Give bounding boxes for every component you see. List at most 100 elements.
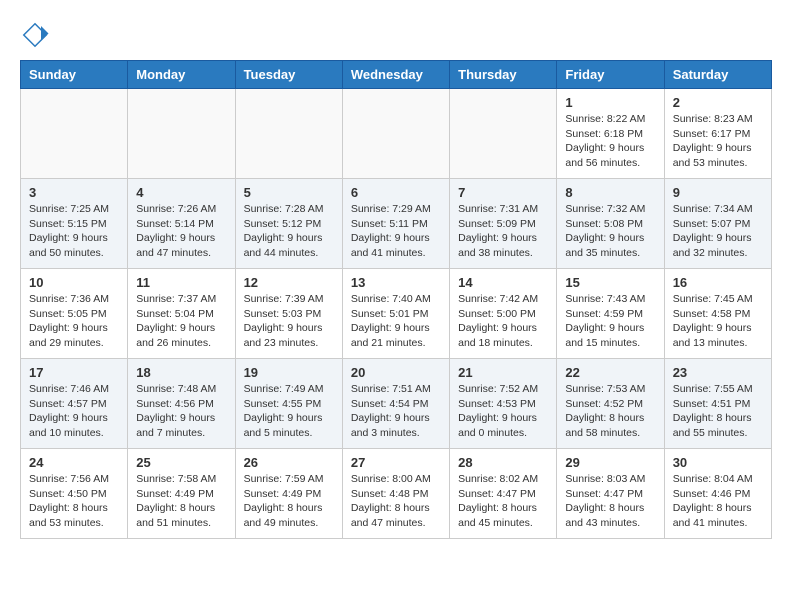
day-info: Sunrise: 8:00 AM Sunset: 4:48 PM Dayligh…: [351, 472, 441, 531]
calendar-cell: 11Sunrise: 7:37 AM Sunset: 5:04 PM Dayli…: [128, 269, 235, 359]
column-header-sunday: Sunday: [21, 61, 128, 89]
column-header-friday: Friday: [557, 61, 664, 89]
calendar-cell: 14Sunrise: 7:42 AM Sunset: 5:00 PM Dayli…: [450, 269, 557, 359]
day-info: Sunrise: 8:02 AM Sunset: 4:47 PM Dayligh…: [458, 472, 548, 531]
day-number: 27: [351, 455, 441, 470]
day-number: 28: [458, 455, 548, 470]
day-info: Sunrise: 7:45 AM Sunset: 4:58 PM Dayligh…: [673, 292, 763, 351]
calendar-header-row: SundayMondayTuesdayWednesdayThursdayFrid…: [21, 61, 772, 89]
day-number: 16: [673, 275, 763, 290]
day-number: 12: [244, 275, 334, 290]
calendar-cell: 6 Sunrise: 7:29 AM Sunset: 5:11 PM Daylig…: [342, 179, 449, 269]
calendar-cell: [128, 89, 235, 179]
day-number: 30: [673, 455, 763, 470]
day-info: Sunrise: 7:34 AM Sunset: 5:07 PM Dayligh…: [673, 202, 763, 261]
day-number: 22: [565, 365, 655, 380]
calendar-cell: 2 Sunrise: 8:23 AM Sunset: 6:17 PM Daylig…: [664, 89, 771, 179]
day-number: 9: [673, 185, 763, 200]
day-number: 2: [673, 95, 763, 110]
day-info: Sunrise: 7:59 AM Sunset: 4:49 PM Dayligh…: [244, 472, 334, 531]
day-number: 3: [29, 185, 119, 200]
column-header-monday: Monday: [128, 61, 235, 89]
calendar-cell: 8 Sunrise: 7:32 AM Sunset: 5:08 PM Daylig…: [557, 179, 664, 269]
calendar-cell: 17 Sunrise: 7:46 AM Sunset: 4:57 PM Dayli…: [21, 359, 128, 449]
day-number: 8: [565, 185, 655, 200]
calendar-cell: [21, 89, 128, 179]
day-info: Sunrise: 8:22 AM Sunset: 6:18 PM Dayligh…: [565, 112, 655, 171]
calendar-cell: 27 Sunrise: 8:00 AM Sunset: 4:48 PM Dayli…: [342, 449, 449, 539]
day-number: 17: [29, 365, 119, 380]
day-info: Sunrise: 7:26 AM Sunset: 5:14 PM Dayligh…: [136, 202, 226, 261]
logo: [20, 20, 54, 50]
day-info: Sunrise: 7:31 AM Sunset: 5:09 PM Dayligh…: [458, 202, 548, 261]
calendar-cell: 9 Sunrise: 7:34 AM Sunset: 5:07 PM Daylig…: [664, 179, 771, 269]
day-info: Sunrise: 7:46 AM Sunset: 4:57 PM Dayligh…: [29, 382, 119, 441]
calendar-cell: 22 Sunrise: 7:53 AM Sunset: 4:52 PM Dayli…: [557, 359, 664, 449]
day-number: 20: [351, 365, 441, 380]
day-info: Sunrise: 8:03 AM Sunset: 4:47 PM Dayligh…: [565, 472, 655, 531]
calendar-cell: 3 Sunrise: 7:25 AM Sunset: 5:15 PM Daylig…: [21, 179, 128, 269]
day-number: 24: [29, 455, 119, 470]
calendar-cell: 4 Sunrise: 7:26 AM Sunset: 5:14 PM Daylig…: [128, 179, 235, 269]
day-info: Sunrise: 7:52 AM Sunset: 4:53 PM Dayligh…: [458, 382, 548, 441]
calendar-cell: 18 Sunrise: 7:48 AM Sunset: 4:56 PM Dayli…: [128, 359, 235, 449]
calendar-cell: [450, 89, 557, 179]
column-header-saturday: Saturday: [664, 61, 771, 89]
day-info: Sunrise: 7:25 AM Sunset: 5:15 PM Dayligh…: [29, 202, 119, 261]
day-info: Sunrise: 7:55 AM Sunset: 4:51 PM Dayligh…: [673, 382, 763, 441]
day-info: Sunrise: 7:58 AM Sunset: 4:49 PM Dayligh…: [136, 472, 226, 531]
calendar-cell: 16 Sunrise: 7:45 AM Sunset: 4:58 PM Dayli…: [664, 269, 771, 359]
day-info: Sunrise: 7:28 AM Sunset: 5:12 PM Dayligh…: [244, 202, 334, 261]
day-number: 23: [673, 365, 763, 380]
day-number: 21: [458, 365, 548, 380]
calendar-cell: 24 Sunrise: 7:56 AM Sunset: 4:50 PM Dayli…: [21, 449, 128, 539]
calendar-cell: 30 Sunrise: 8:04 AM Sunset: 4:46 PM Dayli…: [664, 449, 771, 539]
day-number: 10: [29, 275, 119, 290]
day-number: 18: [136, 365, 226, 380]
calendar-cell: 26 Sunrise: 7:59 AM Sunset: 4:49 PM Dayli…: [235, 449, 342, 539]
calendar-week-row: 17 Sunrise: 7:46 AM Sunset: 4:57 PM Dayli…: [21, 359, 772, 449]
day-number: 4: [136, 185, 226, 200]
calendar-cell: 29 Sunrise: 8:03 AM Sunset: 4:47 PM Dayli…: [557, 449, 664, 539]
calendar-week-row: 1 Sunrise: 8:22 AM Sunset: 6:18 PM Daylig…: [21, 89, 772, 179]
calendar-cell: 1 Sunrise: 8:22 AM Sunset: 6:18 PM Daylig…: [557, 89, 664, 179]
day-info: Sunrise: 7:39 AM Sunset: 5:03 PM Dayligh…: [244, 292, 334, 351]
day-info: Sunrise: 7:51 AM Sunset: 4:54 PM Dayligh…: [351, 382, 441, 441]
day-info: Sunrise: 8:04 AM Sunset: 4:46 PM Dayligh…: [673, 472, 763, 531]
calendar-cell: 28 Sunrise: 8:02 AM Sunset: 4:47 PM Dayli…: [450, 449, 557, 539]
day-number: 26: [244, 455, 334, 470]
day-number: 7: [458, 185, 548, 200]
calendar-cell: [342, 89, 449, 179]
calendar-cell: 7 Sunrise: 7:31 AM Sunset: 5:09 PM Daylig…: [450, 179, 557, 269]
day-info: Sunrise: 7:32 AM Sunset: 5:08 PM Dayligh…: [565, 202, 655, 261]
day-number: 1: [565, 95, 655, 110]
column-header-wednesday: Wednesday: [342, 61, 449, 89]
day-number: 6: [351, 185, 441, 200]
calendar-cell: [235, 89, 342, 179]
day-info: Sunrise: 7:49 AM Sunset: 4:55 PM Dayligh…: [244, 382, 334, 441]
day-info: Sunrise: 8:23 AM Sunset: 6:17 PM Dayligh…: [673, 112, 763, 171]
calendar-cell: 13Sunrise: 7:40 AM Sunset: 5:01 PM Dayli…: [342, 269, 449, 359]
day-number: 19: [244, 365, 334, 380]
calendar-cell: 10 Sunrise: 7:36 AM Sunset: 5:05 PM Dayli…: [21, 269, 128, 359]
column-header-thursday: Thursday: [450, 61, 557, 89]
calendar-table: SundayMondayTuesdayWednesdayThursdayFrid…: [20, 60, 772, 539]
day-number: 29: [565, 455, 655, 470]
calendar-cell: 23 Sunrise: 7:55 AM Sunset: 4:51 PM Dayli…: [664, 359, 771, 449]
day-info: Sunrise: 7:48 AM Sunset: 4:56 PM Dayligh…: [136, 382, 226, 441]
page-header: [20, 20, 772, 50]
day-number: 25: [136, 455, 226, 470]
calendar-cell: 20 Sunrise: 7:51 AM Sunset: 4:54 PM Dayli…: [342, 359, 449, 449]
day-info: Sunrise: 7:29 AM Sunset: 5:11 PM Dayligh…: [351, 202, 441, 261]
day-number: 14: [458, 275, 548, 290]
day-info: Sunrise: 7:53 AM Sunset: 4:52 PM Dayligh…: [565, 382, 655, 441]
day-info: Sunrise: 7:40 AM Sunset: 5:01 PM Dayligh…: [351, 292, 441, 351]
day-info: Sunrise: 7:56 AM Sunset: 4:50 PM Dayligh…: [29, 472, 119, 531]
day-number: 15: [565, 275, 655, 290]
calendar-cell: 12 Sunrise: 7:39 AM Sunset: 5:03 PM Dayli…: [235, 269, 342, 359]
day-info: Sunrise: 7:37 AM Sunset: 5:04 PM Dayligh…: [136, 292, 226, 351]
day-info: Sunrise: 7:36 AM Sunset: 5:05 PM Dayligh…: [29, 292, 119, 351]
calendar-week-row: 10 Sunrise: 7:36 AM Sunset: 5:05 PM Dayli…: [21, 269, 772, 359]
calendar-cell: 21 Sunrise: 7:52 AM Sunset: 4:53 PM Dayli…: [450, 359, 557, 449]
calendar-cell: 5Sunrise: 7:28 AM Sunset: 5:12 PM Daylig…: [235, 179, 342, 269]
